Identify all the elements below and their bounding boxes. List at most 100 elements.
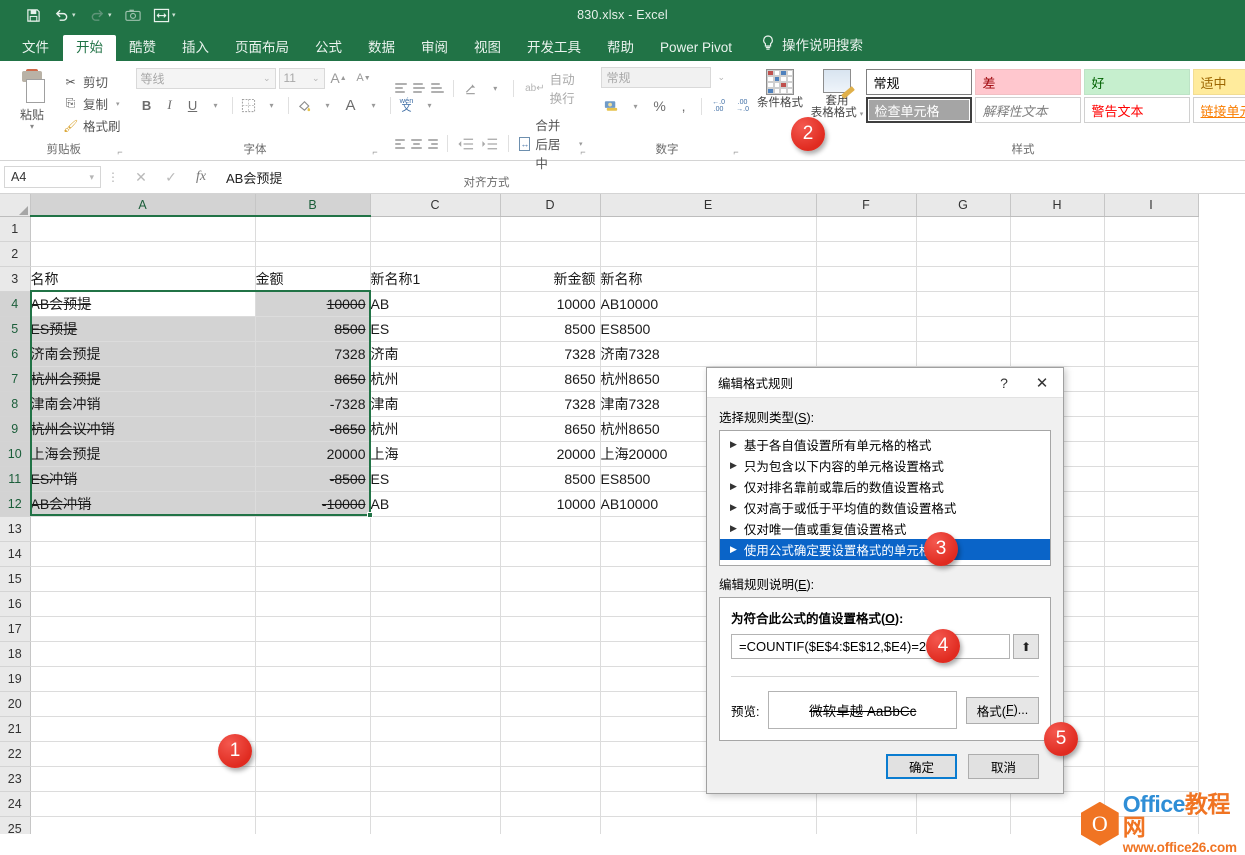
cell-C19[interactable] <box>370 666 501 692</box>
cell-D23[interactable] <box>500 766 601 792</box>
row-header-15[interactable]: 15 <box>0 566 31 592</box>
cell-F5[interactable] <box>816 316 917 342</box>
cell-D13[interactable] <box>500 516 601 542</box>
ribbon-tab-9[interactable]: 视图 <box>461 35 514 62</box>
merge-and-center-button[interactable]: ↔ 合并后居中 ▾ <box>515 113 586 174</box>
cell-D8[interactable]: 7328 <box>500 391 601 417</box>
cell-D19[interactable] <box>500 666 601 692</box>
column-header-B[interactable]: B <box>255 194 371 217</box>
cell-F6[interactable] <box>816 341 917 367</box>
ribbon-tab-3[interactable]: 酷赞 <box>116 35 169 62</box>
row-header-12[interactable]: 12 <box>0 491 31 517</box>
cell-D24[interactable] <box>500 791 601 817</box>
cell-D10[interactable]: 20000 <box>500 441 601 467</box>
ribbon-tab-6[interactable]: 公式 <box>302 35 355 62</box>
row-header-24[interactable]: 24 <box>0 791 31 817</box>
column-header-D[interactable]: D <box>500 194 601 217</box>
cell-B7[interactable]: 8650 <box>255 366 371 392</box>
cell-E3[interactable]: 新名称 <box>600 266 817 292</box>
ribbon-tab-4[interactable]: 插入 <box>169 35 222 62</box>
accounting-format-button[interactable] <box>601 95 623 117</box>
cell-F25[interactable] <box>816 816 917 834</box>
cell-A23[interactable] <box>30 766 256 792</box>
font-name-combobox[interactable]: 等线 ⌄ <box>135 67 276 89</box>
accounting-dropdown-icon[interactable]: ▾ <box>625 95 647 117</box>
clipboard-dialog-launcher[interactable]: ⌐ <box>115 147 126 158</box>
cell-F3[interactable] <box>816 266 917 292</box>
cell-B24[interactable] <box>255 791 371 817</box>
rule-type-option-3[interactable]: ▶ 仅对排名靠前或靠后的数值设置格式 <box>720 476 1050 497</box>
cell-H4[interactable] <box>1010 291 1105 317</box>
row-header-4[interactable]: 4 <box>0 291 31 317</box>
cell-A14[interactable] <box>30 541 256 567</box>
cell-C15[interactable] <box>370 566 501 592</box>
cell-style-5[interactable]: 检查单元格 <box>865 97 972 123</box>
cell-B6[interactable]: 7328 <box>255 341 371 367</box>
help-icon[interactable]: ? <box>987 375 1021 391</box>
cell-A1[interactable] <box>30 216 256 242</box>
cell-H5[interactable] <box>1010 316 1105 342</box>
cell-D6[interactable]: 7328 <box>500 341 601 367</box>
cell-A21[interactable] <box>30 716 256 742</box>
paste-button[interactable]: 粘贴 ▾ <box>4 67 60 131</box>
cell-I2[interactable] <box>1104 241 1199 267</box>
cell-E4[interactable]: AB10000 <box>600 291 817 317</box>
cell-F4[interactable] <box>816 291 917 317</box>
cell-I18[interactable] <box>1104 641 1199 667</box>
cell-style-8[interactable]: 链接单元格 <box>1192 97 1245 123</box>
cell-style-1[interactable]: 常规 <box>865 69 972 95</box>
italic-button[interactable]: I <box>159 94 181 116</box>
column-header-E[interactable]: E <box>600 194 817 217</box>
cancel-button[interactable]: 取消 <box>968 754 1039 779</box>
cell-C17[interactable] <box>370 616 501 642</box>
ribbon-tab-10[interactable]: 开发工具 <box>514 35 594 62</box>
ribbon-tab-7[interactable]: 数据 <box>355 35 408 62</box>
collapse-dialog-icon[interactable]: ⬆ <box>1013 634 1039 659</box>
row-header-23[interactable]: 23 <box>0 766 31 792</box>
copy-dropdown-icon[interactable]: ▾ <box>116 100 120 108</box>
cell-A4[interactable]: AB会预提 <box>30 291 256 317</box>
cell-D1[interactable] <box>500 216 601 242</box>
cell-style-7[interactable]: 警告文本 <box>1083 97 1190 123</box>
cell-B20[interactable] <box>255 691 371 717</box>
cell-B25[interactable] <box>255 816 371 834</box>
row-header-2[interactable]: 2 <box>0 241 31 267</box>
cell-G3[interactable] <box>916 266 1011 292</box>
align-top-button[interactable] <box>393 78 409 98</box>
cell-A16[interactable] <box>30 591 256 617</box>
cell-D9[interactable]: 8650 <box>500 416 601 442</box>
cell-C9[interactable]: 杭州 <box>370 416 501 442</box>
cell-G25[interactable] <box>916 816 1011 834</box>
increase-indent-button[interactable] <box>479 133 501 155</box>
cell-G24[interactable] <box>916 791 1011 817</box>
orientation-dropdown-icon[interactable]: ▾ <box>484 77 506 99</box>
ribbon-tab-12[interactable]: Power Pivot <box>647 35 745 62</box>
chevron-down-icon[interactable]: ⌄ <box>718 72 726 83</box>
column-header-C[interactable]: C <box>370 194 501 217</box>
formula-input[interactable]: AB会预提 <box>216 166 1241 188</box>
cell-F24[interactable] <box>816 791 917 817</box>
cell-G4[interactable] <box>916 291 1011 317</box>
ribbon-tab-5[interactable]: 页面布局 <box>222 35 302 62</box>
cell-I21[interactable] <box>1104 716 1199 742</box>
cell-I14[interactable] <box>1104 541 1199 567</box>
rule-type-option-1[interactable]: ▶ 基于各自值设置所有单元格的格式 <box>720 434 1050 455</box>
row-header-10[interactable]: 10 <box>0 441 31 467</box>
cell-C14[interactable] <box>370 541 501 567</box>
cell-A17[interactable] <box>30 616 256 642</box>
font-color-dropdown-icon[interactable]: ▾ <box>363 94 385 116</box>
cell-style-6[interactable]: 解释性文本 <box>974 97 1081 123</box>
cell-D16[interactable] <box>500 591 601 617</box>
cell-B18[interactable] <box>255 641 371 667</box>
cell-F2[interactable] <box>816 241 917 267</box>
cell-H1[interactable] <box>1010 216 1105 242</box>
comma-style-button[interactable]: , <box>673 95 695 117</box>
cell-I8[interactable] <box>1104 391 1199 417</box>
percent-style-button[interactable]: % <box>649 95 671 117</box>
cell-I10[interactable] <box>1104 441 1199 467</box>
cell-A2[interactable] <box>30 241 256 267</box>
cell-B1[interactable] <box>255 216 371 242</box>
cell-A7[interactable]: 杭州会预提 <box>30 366 256 392</box>
cell-B3[interactable]: 金额 <box>255 266 371 292</box>
row-header-17[interactable]: 17 <box>0 616 31 642</box>
